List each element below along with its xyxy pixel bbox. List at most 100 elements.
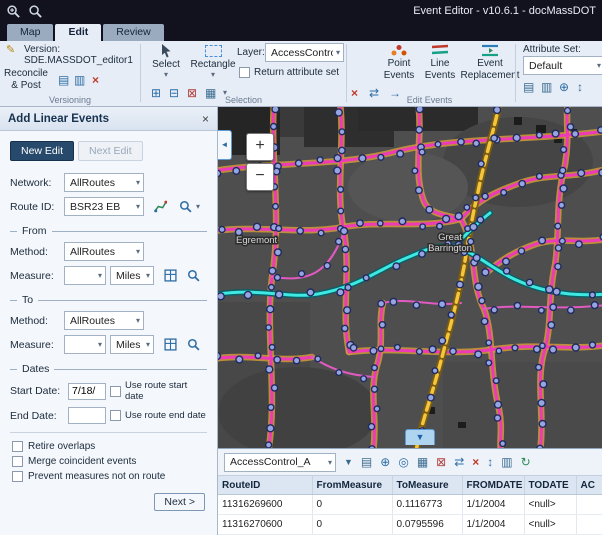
event-replacement-icon — [480, 43, 500, 58]
from-method-select[interactable]: AllRoutes ▾ — [64, 242, 144, 261]
column-header[interactable]: FROMDATE — [462, 476, 524, 495]
return-attribute-set-label: Return attribute set — [254, 67, 339, 78]
table-row[interactable]: 11316269600 0 0.1116773 1/1/2004 <null> — [218, 495, 602, 515]
use-route-start-label: Use route start date — [125, 380, 207, 402]
point-events-button[interactable]: Point Events — [379, 43, 419, 81]
retire-overlaps-checkbox[interactable] — [12, 441, 23, 452]
close-icon[interactable]: × — [202, 113, 209, 125]
group-selection: Select ▾ Rectangle ▾ Layer: AccessContro… — [141, 41, 346, 106]
column-header[interactable]: ToMeasure — [392, 476, 462, 495]
attribute-doc-icon[interactable]: ▤ — [523, 81, 534, 93]
from-units-select[interactable]: Miles ▾ — [110, 266, 154, 285]
zoom-in-button[interactable]: + — [246, 133, 274, 161]
reconcile-post-button[interactable]: Reconcile & Post — [2, 68, 50, 91]
search-icon[interactable] — [28, 4, 43, 19]
network-select[interactable]: AllRoutes ▾ — [64, 173, 144, 192]
zoom-menu-caret[interactable]: ▾ — [196, 203, 200, 211]
attribute-doc2-icon[interactable]: ▥ — [541, 81, 552, 93]
sort-icon[interactable]: ↕ — [487, 456, 493, 468]
chevron-down-icon: ▾ — [136, 202, 140, 211]
table-row[interactable]: 11316270600 0 0.0795596 1/1/2004 <null> — [218, 515, 602, 535]
from-measure-table-icon[interactable] — [164, 269, 177, 282]
to-method-select[interactable]: AllRoutes ▾ — [64, 311, 144, 330]
from-measure-select[interactable]: ▾ — [64, 266, 106, 285]
end-date-label: End Date: — [10, 410, 64, 422]
zoom-to-selection-icon[interactable]: ⊕ — [380, 456, 390, 468]
from-measure-zoom-icon[interactable] — [187, 269, 200, 282]
line-events-icon — [431, 43, 449, 58]
attribute-sort-icon[interactable]: ↕ — [577, 81, 583, 93]
rectangle-tool-button[interactable]: Rectangle ▾ — [189, 43, 237, 79]
chevron-down-icon: ▾ — [336, 48, 340, 57]
merge-coincident-checkbox[interactable] — [12, 456, 23, 467]
zoom-out-button[interactable]: − — [246, 163, 274, 191]
next-button[interactable]: Next > — [154, 493, 205, 511]
use-route-start-checkbox[interactable] — [110, 386, 121, 397]
return-attribute-set-checkbox[interactable] — [239, 67, 250, 78]
route-picker-icon[interactable] — [154, 200, 167, 213]
rectangle-dropdown-caret[interactable]: ▾ — [211, 71, 215, 79]
collapse-panel-icon[interactable]: ◄ — [218, 130, 232, 160]
options-icon[interactable]: ▤ — [361, 456, 372, 468]
line-events-button[interactable]: Line Events — [421, 43, 459, 81]
panel-title: Add Linear Events — [8, 113, 202, 125]
table-layer-select[interactable]: AccessControl_A ▾ — [224, 453, 336, 472]
merge-coincident-label: Merge coincident events — [28, 456, 136, 467]
tab-review[interactable]: Review — [103, 24, 163, 41]
column-header[interactable]: AC — [576, 476, 602, 495]
column-header[interactable]: TODATE — [524, 476, 576, 495]
delete-version-icon[interactable]: × — [92, 74, 99, 86]
map-label-egremont: Egremont — [236, 235, 278, 246]
prevent-measures-label: Prevent measures not on route — [28, 471, 165, 482]
switch-selection-icon[interactable]: ⇄ — [454, 456, 464, 468]
filter-icon[interactable]: ▼ — [344, 458, 353, 467]
layer-select[interactable]: AccessControl_A ▾ — [265, 43, 344, 62]
to-measure-table-icon[interactable] — [164, 338, 177, 351]
chevron-down-icon: ▾ — [136, 178, 140, 187]
zoom-in-tool-icon[interactable] — [6, 4, 21, 19]
attribute-target-icon[interactable]: ⊕ — [559, 81, 569, 93]
use-route-end-checkbox[interactable] — [110, 410, 121, 421]
columns-icon[interactable]: ▥ — [501, 456, 512, 468]
collapse-table-icon[interactable]: ▼ — [405, 429, 435, 445]
map-canvas[interactable]: Egremont Great Barrington — [218, 107, 602, 448]
event-editor-window: Event Editor - v10.6.1 - docMassDOT Map … — [0, 0, 602, 535]
zoom-to-route-icon[interactable] — [179, 200, 192, 213]
post-icon[interactable]: ▤ — [58, 74, 69, 86]
edit-version-icon[interactable]: ✎ — [6, 45, 15, 56]
rectangle-icon — [205, 45, 222, 57]
add-linear-events-panel: Add Linear Events × New Edit Next Edit N… — [0, 107, 218, 535]
table-header-row: RouteID FromMeasure ToMeasure FROMDATE T… — [218, 476, 602, 495]
to-measure-zoom-icon[interactable] — [187, 338, 200, 351]
group-label-edit-events: Edit Events — [347, 95, 512, 105]
select-dropdown-caret[interactable]: ▾ — [164, 71, 168, 79]
clear-table-selection-icon[interactable]: ⊠ — [436, 456, 446, 468]
attribute-set-select[interactable]: Default ▾ — [523, 56, 602, 75]
to-units-select[interactable]: Miles ▾ — [110, 335, 154, 354]
tab-map[interactable]: Map — [7, 24, 53, 41]
chevron-down-icon: ▾ — [328, 458, 332, 467]
from-section-label: From — [22, 225, 47, 237]
end-date-input[interactable] — [68, 407, 106, 424]
event-replacement-button[interactable]: Event Replacement — [461, 43, 519, 81]
tab-edit[interactable]: Edit — [55, 24, 101, 41]
select-tool-button[interactable]: Select ▾ — [149, 43, 183, 79]
to-measure-select[interactable]: ▾ — [64, 335, 106, 354]
column-header[interactable]: FromMeasure — [312, 476, 392, 495]
prevent-measures-checkbox[interactable] — [12, 471, 23, 482]
refresh-icon[interactable]: ↻ — [521, 456, 531, 468]
ribbon: ✎ Version: SDE.MASSDOT_editor1 Reconcile… — [0, 41, 602, 107]
new-edit-button[interactable]: New Edit — [10, 141, 74, 161]
delete-rows-icon[interactable]: × — [472, 456, 479, 468]
reconcile-icon[interactable]: ▥ — [74, 74, 85, 86]
attribute-table: RouteID FromMeasure ToMeasure FROMDATE T… — [218, 476, 602, 535]
start-date-label: Start Date: — [10, 385, 64, 397]
pan-to-selection-icon[interactable]: ◎ — [398, 456, 408, 468]
chevron-down-icon: ▾ — [136, 247, 140, 256]
start-date-input[interactable] — [68, 383, 106, 400]
attribute-set-label: Attribute Set: — [523, 44, 581, 55]
show-selected-records-icon[interactable]: ▦ — [417, 456, 428, 468]
column-header[interactable]: RouteID — [218, 476, 312, 495]
divider — [10, 432, 207, 433]
route-id-select[interactable]: BSR23 EB ▾ — [64, 197, 144, 216]
